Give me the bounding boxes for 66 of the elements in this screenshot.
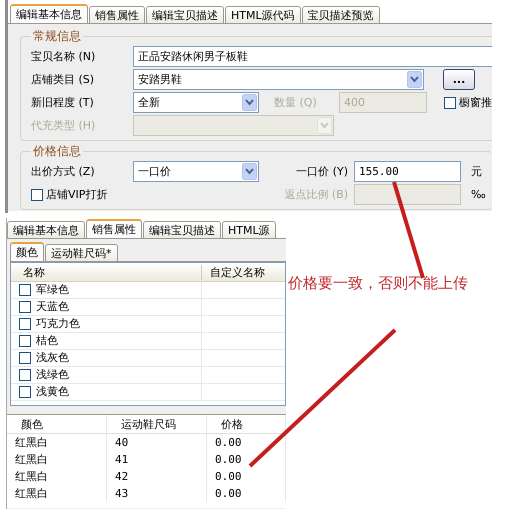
field-label: 新旧程度 (T) [31,95,95,110]
dropdown-field[interactable]: 安踏男鞋 [133,69,424,90]
table-cell: 红黑白 [7,468,107,485]
field-label: 出价方式 (Z) [31,164,96,179]
table-cell: 0.00 [207,468,286,485]
table-cell: 红黑白 [7,434,107,451]
input-field[interactable]: 正品安踏休闲男子板鞋 [133,46,492,67]
checkbox[interactable] [19,369,31,381]
table-cell: 40 [107,434,207,451]
column-header[interactable]: 名称 [11,264,201,280]
table-cell: 0.00 [207,485,286,502]
tab[interactable]: 颜色 [10,242,44,261]
table-cell: 0.00 [207,434,286,451]
field-label: 宝贝名称 (N) [31,49,96,64]
field-label: 数量 (Q) [274,95,318,110]
column-header[interactable]: 自定义名称 [201,264,285,280]
annotation-text: 价格要一致，否则不能上传 [288,274,468,293]
tab[interactable]: 编辑宝贝描述 [143,221,221,238]
group-title: 价格信息 [32,143,82,160]
tab[interactable]: HTML源 [222,221,276,238]
list-item[interactable]: 天蓝色 [36,300,69,314]
table-cell: 43 [107,485,207,502]
checkbox[interactable] [19,386,31,398]
field-label: 店铺类目 (S) [31,72,96,87]
tab[interactable]: 销售属性 [86,219,142,238]
dropdown-field[interactable] [133,115,334,136]
list-item[interactable]: 巧克力色 [36,317,80,331]
tab[interactable]: 运动鞋尺码* [45,244,118,261]
unit-label: 元 [471,164,482,179]
list-item[interactable]: 军绿色 [36,283,69,297]
tab[interactable]: 编辑基本信息 [10,4,88,23]
group-title: 常规信息 [32,28,82,45]
checkbox-label: 橱窗推 [459,95,492,110]
dropdown-field[interactable]: 全新 [133,92,259,113]
table-cell: 0.00 [207,451,286,468]
tab[interactable]: 编辑基本信息 [7,221,85,238]
list-item[interactable]: 浅黄色 [36,385,69,399]
tab[interactable]: 宝贝描述预览 [302,6,380,23]
column-header[interactable]: 价格 [207,415,286,433]
unit-label: ‰ [471,188,486,201]
checkbox[interactable] [31,188,43,200]
checkbox[interactable] [19,335,31,347]
tab[interactable]: HTML源代码 [225,6,301,23]
checkbox[interactable] [19,284,31,296]
price-field[interactable]: 155.00 [354,161,461,182]
list-item[interactable]: 浅绿色 [36,368,69,382]
table-cell: 41 [107,451,207,468]
table-cell: 42 [107,468,207,485]
checkbox[interactable] [444,96,456,108]
list-item[interactable]: 浅灰色 [36,351,69,365]
column-header[interactable]: 颜色 [7,415,107,433]
column-header[interactable]: 运动鞋尺码 [107,415,207,433]
list-item[interactable]: 桔色 [36,334,58,348]
table-cell: 红黑白 [7,485,107,502]
dropdown-field[interactable]: 一口价 [133,161,259,182]
checkbox[interactable] [19,352,31,364]
browse-button[interactable]: ... [443,69,475,90]
checkbox[interactable] [19,318,31,330]
table-cell: 红黑白 [7,451,107,468]
checkbox[interactable] [19,301,31,313]
field-label: 返点比例 (B) [283,187,348,202]
tab[interactable]: 编辑宝贝描述 [146,6,224,23]
checkbox-label: 店铺VIP打折 [46,187,108,202]
field-label: 一口价 (Y) [295,164,348,179]
tab[interactable]: 销售属性 [89,6,145,23]
field-label: 代充类型 (H) [31,118,96,133]
